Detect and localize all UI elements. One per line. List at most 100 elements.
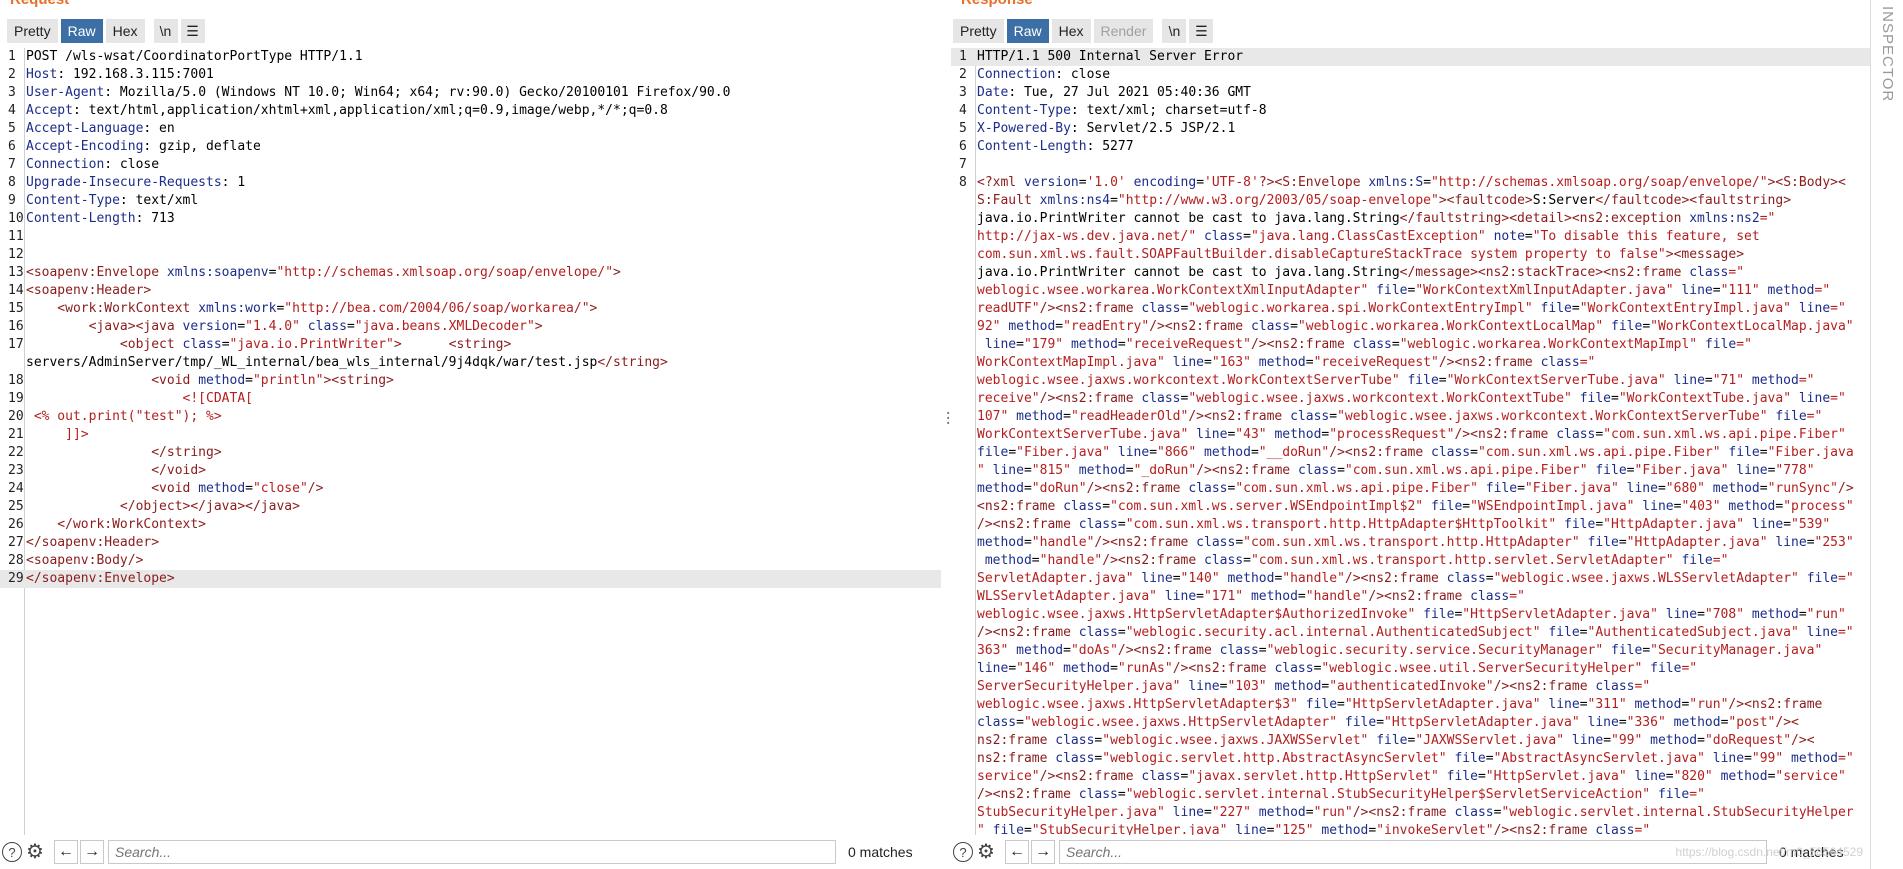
code-token: method xyxy=(1016,409,1064,424)
request-editor[interactable]: 1 POST /wls-wsat/CoordinatorPortType HTTP… xyxy=(0,48,941,835)
code-token: =" xyxy=(1509,589,1525,604)
code-token: class xyxy=(1297,463,1338,478)
code-token: User-Agent xyxy=(26,85,105,100)
code-token: =" xyxy=(1712,553,1729,568)
pane-divider[interactable]: · · · xyxy=(941,0,952,869)
request-line: 9 Content-Type: text/xml xyxy=(0,192,941,210)
help-icon[interactable]: ? xyxy=(953,842,973,862)
code-token: = xyxy=(346,319,355,334)
code-token: = xyxy=(1571,301,1580,316)
code-token: "866" xyxy=(1157,445,1204,460)
code-token: "println" xyxy=(252,373,324,388)
response-search-input[interactable] xyxy=(1059,840,1767,864)
response-line: receive"/><ns2:frame class = "weblogic.wse… xyxy=(951,390,1871,408)
code-token: /><ns2:frame xyxy=(1352,805,1455,820)
request-tab-pretty[interactable]: Pretty xyxy=(7,19,58,43)
code-token: class xyxy=(1219,643,1259,658)
code-token: /><ns2:frame xyxy=(977,517,1079,532)
gear-icon[interactable]: ⚙ xyxy=(26,841,48,863)
response-line: 2 Connection: close xyxy=(951,66,1871,84)
code-token: = xyxy=(1579,625,1588,640)
line-number: 1 xyxy=(8,49,16,64)
code-token: "AuthenticatedSubject.java" xyxy=(1587,625,1807,640)
code-token: class xyxy=(1454,805,1494,820)
code-token: ns2:frame xyxy=(977,751,1056,766)
code-token: "java.beans.XMLDecoder" xyxy=(354,319,535,334)
hamburger-menu-icon[interactable]: ☰ xyxy=(1189,19,1214,43)
line-code: method="handle"/><ns2:frame class="com.s… xyxy=(977,552,1871,570)
code-token: method xyxy=(1063,661,1111,676)
code-token: "103" xyxy=(1227,679,1275,694)
code-token: "weblogic.wsee.jaxws.HttpServletAdapter" xyxy=(1023,715,1345,730)
line-code: <void method="close"/> xyxy=(26,480,941,498)
line-code: POST /wls-wsat/CoordinatorPortType HTTP/… xyxy=(26,48,941,66)
code-token: = xyxy=(1329,409,1338,424)
code-token: ]]> xyxy=(26,427,89,442)
line-number: 9 xyxy=(8,193,16,208)
hamburger-menu-icon[interactable]: ☰ xyxy=(180,19,205,43)
code-token: line xyxy=(1806,625,1838,640)
request-tab-hex[interactable]: Hex xyxy=(105,19,145,43)
gear-icon[interactable]: ⚙ xyxy=(977,841,999,863)
request-search-input[interactable] xyxy=(108,840,836,864)
code-token: file xyxy=(1775,409,1807,424)
response-tab-hex[interactable]: Hex xyxy=(1051,19,1091,43)
code-token: "539" xyxy=(1791,517,1831,532)
line-number: 11 xyxy=(8,229,24,244)
request-newline-toggle[interactable]: \n xyxy=(153,19,178,43)
code-token: "111" xyxy=(1720,283,1768,298)
response-line: method="handle"/><ns2:frame class="com.s… xyxy=(951,552,1871,570)
request-line: 19 <![CDATA[ xyxy=(0,390,941,408)
request-tab-raw[interactable]: Raw xyxy=(60,19,103,43)
arrow-left-icon[interactable]: ← xyxy=(54,840,78,864)
line-code: ns2:frame class = "weblogic.servlet.http.A… xyxy=(977,750,1871,768)
code-token: "179" xyxy=(1023,337,1071,352)
response-tab-raw[interactable]: Raw xyxy=(1006,19,1049,43)
response-line: S:Fault xmlns:ns4="http://www.w3.org/200… xyxy=(951,192,1871,210)
response-tab-render[interactable]: Render xyxy=(1093,19,1154,43)
code-token: class xyxy=(1352,337,1392,352)
arrow-right-icon[interactable]: → xyxy=(80,840,104,864)
response-tab-pretty[interactable]: Pretty xyxy=(953,19,1004,43)
line-code: StubSecurityHelper.java" line="227" meth… xyxy=(977,804,1871,822)
inspector-panel[interactable]: INSPECTOR xyxy=(1870,0,1903,869)
code-token: java.io.PrintWriter cannot be cast to ja… xyxy=(977,211,1400,226)
response-newline-toggle[interactable]: \n xyxy=(1162,19,1187,43)
line-code: Content-Length: 5277 xyxy=(977,138,1871,156)
line-number: 4 xyxy=(8,103,16,118)
code-token: Content-Length xyxy=(26,211,136,226)
response-editor[interactable]: 1 HTTP/1.1 500 Internal Server Error 2 Conn… xyxy=(951,48,1871,835)
response-line: " line="815" method="_doRun"/><ns2:frame… xyxy=(951,462,1871,480)
code-token: method xyxy=(198,373,246,388)
code-token: = xyxy=(1023,535,1032,550)
code-token: file xyxy=(1430,499,1463,514)
code-token: = xyxy=(1337,463,1345,478)
code-token: receive" xyxy=(977,391,1040,406)
code-token: </faultcode><faultstring> xyxy=(1595,193,1792,208)
code-token: = xyxy=(1657,481,1666,496)
line-number: 22 xyxy=(8,445,24,460)
code-token: = xyxy=(1618,535,1627,550)
arrow-right-icon[interactable]: → xyxy=(1031,840,1055,864)
line-code: Content-Type: text/xml; charset=utf-8 xyxy=(977,102,1871,120)
code-token: "http://bea.com/2004/06/soap/workarea/" xyxy=(284,301,590,316)
request-line: 17 <object class="java.io.PrintWriter"> … xyxy=(0,336,941,354)
code-token: method xyxy=(1728,499,1776,514)
code-token: = xyxy=(1117,517,1126,532)
code-token: /><ns2:frame xyxy=(977,787,1079,802)
code-token: "WorkContextTube.java" xyxy=(1618,391,1799,406)
line-number: 5 xyxy=(8,121,16,136)
response-line: java.io.PrintWriter cannot be cast to ja… xyxy=(951,264,1871,282)
arrow-left-icon[interactable]: ← xyxy=(1005,840,1029,864)
line-code: 107" method="readHeaderOld"/><ns2:frame … xyxy=(977,408,1871,426)
response-line: weblogic.wsee.jaxws.workcontext.WorkCont… xyxy=(951,372,1871,390)
code-token: file xyxy=(977,445,1009,460)
code-token: line xyxy=(977,337,1017,352)
code-token: = xyxy=(1712,283,1721,298)
help-icon[interactable]: ? xyxy=(2,842,22,862)
code-token: file xyxy=(1344,715,1377,730)
code-token: "weblogic.workarea.spi.WorkContextEntryI… xyxy=(1188,301,1541,316)
line-code: java.io.PrintWriter cannot be cast to ja… xyxy=(977,210,1871,228)
code-token: class xyxy=(1595,679,1635,694)
code-token: "run" xyxy=(1806,607,1846,622)
